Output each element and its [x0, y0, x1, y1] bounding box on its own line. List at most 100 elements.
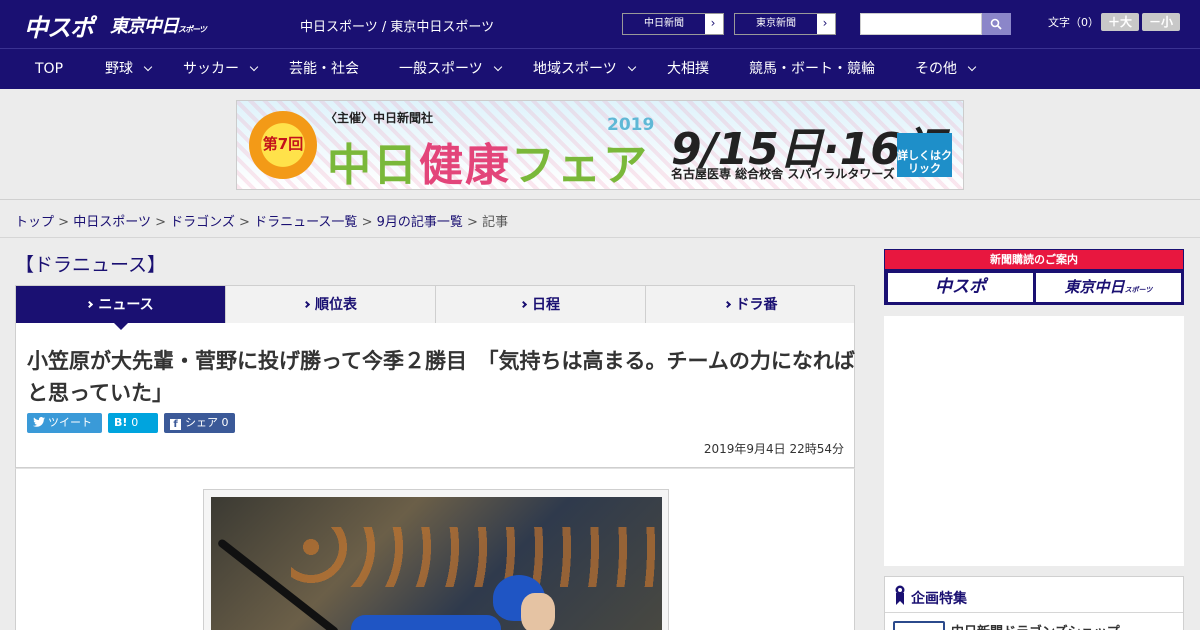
photo-frame [203, 489, 669, 630]
breadcrumb-link-chuspo[interactable]: 中日スポーツ [73, 215, 151, 230]
breadcrumb-separator: > [58, 215, 70, 230]
feature-box: 企画特集 中日新聞ドラゴンズショップ [884, 576, 1184, 630]
nav-item-general-sports[interactable]: 一般スポーツ [399, 49, 502, 90]
chevron-down-icon [493, 62, 502, 72]
nav-item-others[interactable]: その他 [915, 49, 977, 90]
nav-item-label: TOP [35, 61, 64, 77]
tokyo-chunichi-logo-text: 東京中日 [110, 16, 179, 37]
article-headline: 小笠原が大先輩・菅野に投げ勝って今季２勝目 「気持ちは高まる。チームの力になれば… [27, 349, 855, 405]
font-larger-button[interactable]: ＋大 [1101, 13, 1139, 31]
tab-standings[interactable]: 順位表 [226, 286, 436, 324]
ext-link-label: 中日新聞 [623, 14, 705, 34]
nav-item-regional-sports[interactable]: 地域スポーツ [533, 49, 636, 90]
chevron-down-icon [627, 62, 636, 72]
chuspo-logo[interactable]: 中スポ [24, 8, 94, 43]
chunichi-shimbun-link[interactable]: 中日新聞 › [622, 13, 724, 35]
facebook-count: 0 [221, 416, 229, 429]
facebook-share-label: シェア [185, 416, 218, 429]
tab-news[interactable]: ニュース [16, 286, 226, 324]
nav-item-label: 野球 [105, 61, 133, 77]
section-tabs: ニュース 順位表 日程 ドラ番 [15, 285, 855, 324]
tokyo-chunichi-logo-small: スポーツ [178, 25, 207, 34]
tweet-label: ツイート [48, 416, 92, 429]
chuspo-subscribe-button[interactable]: 中スポ [888, 273, 1033, 302]
chevron-right-icon [519, 300, 528, 309]
breadcrumb-link-top[interactable]: トップ [15, 215, 54, 230]
nav-item-entertainment[interactable]: 芸能・社会 [289, 49, 359, 90]
banner-title: 中日健康フェア [327, 129, 649, 190]
tab-dora-ban[interactable]: ドラ番 [646, 286, 856, 324]
banner-title-c: フェア [511, 140, 649, 190]
tab-label: ニュース [98, 297, 154, 313]
nav-item-label: 一般スポーツ [399, 61, 483, 77]
tweet-button[interactable]: ツイート [27, 413, 102, 433]
subscription-heading: 新聞購読のご案内 [885, 250, 1183, 269]
top-header: 中スポ 東京中日スポーツ 中日スポーツ / 東京中日スポーツ 中日新聞 › 東京… [0, 0, 1200, 48]
chevron-right-icon [302, 300, 311, 309]
nav-item-top[interactable]: TOP [35, 49, 63, 90]
chevron-down-icon [967, 62, 977, 72]
article-photo[interactable] [211, 497, 662, 630]
hatena-bookmark-button[interactable]: B! 0 [108, 413, 158, 433]
breadcrumb-link-month[interactable]: 9月の記事一覧 [377, 215, 463, 230]
search-input[interactable] [860, 13, 982, 35]
site-title[interactable]: 中日スポーツ / 東京中日スポーツ [300, 16, 494, 35]
tab-schedule[interactable]: 日程 [436, 286, 646, 324]
breadcrumb-separator: > [467, 215, 478, 230]
nav-item-label: 競馬・ボート・競輪 [749, 61, 875, 77]
chevron-right-icon [723, 300, 731, 309]
ribbon-icon [895, 585, 905, 605]
nav-item-baseball[interactable]: 野球 [105, 49, 153, 90]
chevron-down-icon [143, 62, 153, 72]
chevron-right-icon: › [710, 16, 716, 30]
nav-item-sumo[interactable]: 大相撲 [667, 49, 709, 90]
tokyo-chunichi-subscribe-label: 東京中日 [1064, 278, 1125, 296]
tab-label: ドラ番 [735, 297, 778, 313]
published-date: 2019年9月4日 22時54分 [703, 442, 844, 456]
nav-item-racing[interactable]: 競馬・ボート・競輪 [749, 49, 875, 90]
feature-heading: 企画特集 [885, 577, 1183, 613]
subscription-box: 新聞購読のご案内 中スポ 東京中日スポーツ [884, 249, 1184, 305]
feature-title: 企画特集 [911, 591, 967, 607]
tokyo-shimbun-link[interactable]: 東京新聞 › [734, 13, 836, 35]
breadcrumb-link-dora-news[interactable]: ドラニュース一覧 [254, 215, 357, 230]
chevron-right-icon: › [822, 16, 828, 30]
breadcrumb-separator: > [361, 215, 373, 230]
main-nav: TOP 野球 サッカー 芸能・社会 一般スポーツ 地域スポーツ 大相撲 競馬・ボ… [0, 48, 1200, 89]
banner-sponsor: 〈主催〉中日新聞社 [325, 111, 434, 125]
chevron-right-icon [86, 300, 94, 309]
hatena-count: 0 [131, 416, 139, 429]
nav-item-label: 地域スポーツ [533, 61, 617, 77]
facebook-share-button[interactable]: f シェア 0 [164, 413, 235, 433]
font-smaller-button[interactable]: －小 [1142, 13, 1180, 31]
hatena-icon: B! [114, 416, 128, 429]
breadcrumb-trail: トップ > 中日スポーツ > ドラゴンズ > ドラニュース一覧 > 9月の記事一… [15, 211, 508, 230]
sidebar-ad[interactable] [884, 316, 1184, 566]
banner-venue: 名古屋医専 総合校舎 スパイラルタワーズ [671, 167, 895, 181]
tokyo-chunichi-logo[interactable]: 東京中日スポーツ [110, 12, 207, 38]
banner-detail-button[interactable]: 詳しくはクリック [897, 133, 952, 177]
article-header: 小笠原が大先輩・菅野に投げ勝って今季２勝目 「気持ちは高まる。チームの力になれば… [15, 323, 855, 468]
breadcrumb-link-dragons[interactable]: ドラゴンズ [170, 215, 235, 230]
health-fair-banner[interactable]: 第7回 〈主催〉中日新聞社 2019 中日健康フェア 9/15日·16祝 名古屋… [236, 100, 964, 190]
breadcrumb-separator: > [239, 215, 250, 230]
search-icon [990, 18, 1002, 30]
ext-link-label: 東京新聞 [735, 14, 817, 34]
twitter-icon [33, 417, 45, 427]
facebook-icon: f [170, 419, 181, 430]
tab-label: 順位表 [315, 297, 357, 313]
photo-crowd [291, 527, 662, 587]
dragons-shop-thumbnail[interactable] [893, 621, 945, 630]
tab-label: 日程 [532, 297, 560, 313]
nav-item-label: その他 [915, 61, 957, 77]
tokyo-chunichi-subscribe-button[interactable]: 東京中日スポーツ [1036, 273, 1181, 302]
nav-item-soccer[interactable]: サッカー [183, 49, 259, 90]
search-button[interactable] [982, 13, 1011, 35]
photo-player-body [351, 615, 501, 630]
breadcrumb: トップ > 中日スポーツ > ドラゴンズ > ドラニュース一覧 > 9月の記事一… [0, 200, 1200, 238]
dragons-shop-link[interactable]: 中日新聞ドラゴンズショップ [951, 621, 1120, 630]
nav-item-label: 大相撲 [667, 61, 709, 77]
tokyo-chunichi-subscribe-small: スポーツ [1124, 286, 1153, 294]
active-tab-pointer [114, 323, 128, 330]
font-size-label: 文字（0） [1048, 16, 1099, 29]
